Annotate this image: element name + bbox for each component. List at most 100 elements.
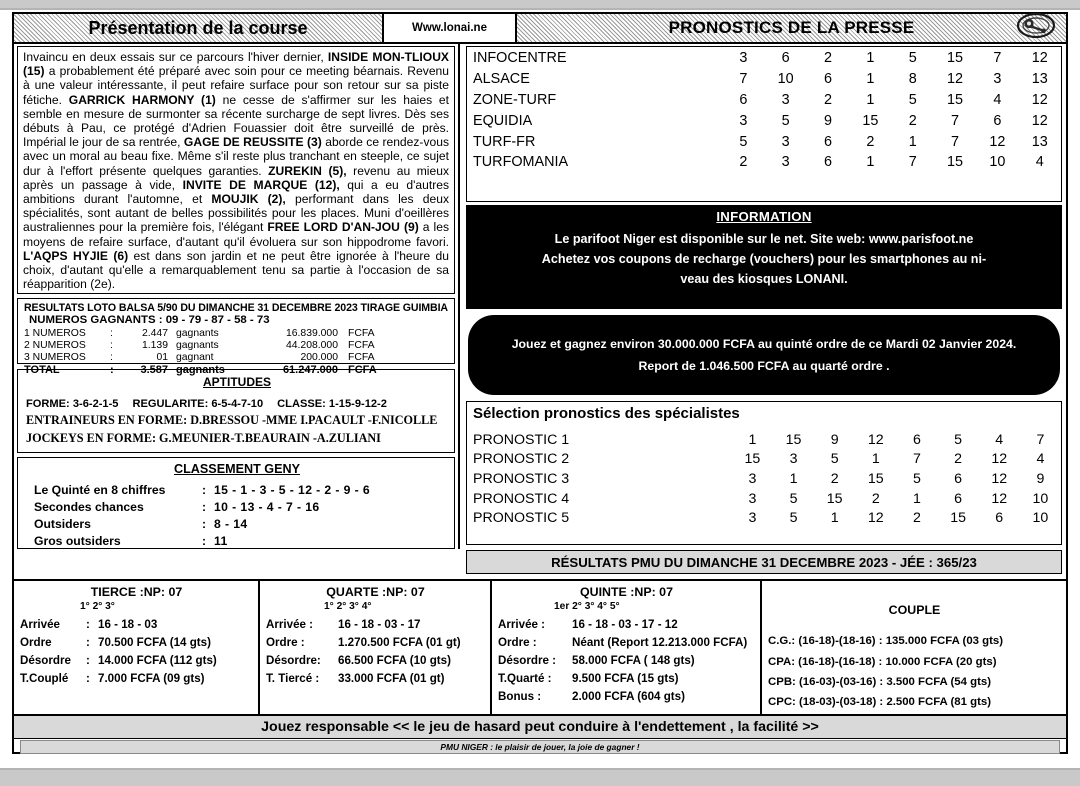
geny-row-label: Gros outsiders	[34, 533, 121, 548]
specialist-pick-number: 12	[991, 470, 1008, 487]
aptitudes-entraineurs: ENTRAINEURS EN FORME: D.BRESSOU -MME I.P…	[26, 413, 438, 427]
website-label: Www.lonai.ne	[412, 22, 487, 34]
geny-row-value: 8 - 14	[214, 516, 248, 531]
press-pick-number: 12	[1031, 112, 1048, 129]
bottom-edge-bar	[0, 768, 1080, 786]
specialist-pick-number: 3	[748, 510, 757, 527]
press-pick-number: 15	[947, 91, 964, 108]
press-pick-number: 2	[739, 154, 748, 171]
quinte-row-label: T.Quarté :	[498, 672, 552, 686]
quinte-row-value: 16 - 18 - 03 - 17 - 12	[572, 617, 678, 631]
press-pick-number: 1	[866, 71, 875, 88]
aptitudes-box: APTITUDES FORME: 3-6-2-1-5 REGULARITE: 6-…	[17, 369, 455, 453]
couple-results-cell: COUPLE C.G.: (16-18)-(18-16) : 135.000 F…	[762, 581, 1066, 714]
specialist-pick-number: 3	[748, 490, 757, 507]
specialist-pick-number: 4	[995, 431, 1004, 448]
information-line-1: Le parifoot Niger est disponible sur le …	[554, 232, 974, 246]
press-row: ALSACE 7 10 6 1 8 12 3 13	[467, 69, 1061, 90]
geny-row: Secondes chances:10 - 13 - 4 - 7 - 16	[26, 498, 448, 515]
couple-row-text: CPB: (16-03)-(03-16) : 3.500 FCFA (54 gt…	[768, 675, 992, 688]
press-pick-number: 9	[824, 112, 833, 129]
specialist-pick-number: 15	[867, 470, 884, 487]
tierce-row: Arrivée:16 - 18 - 03	[20, 615, 253, 633]
website-cell[interactable]: Www.lonai.ne	[384, 14, 517, 44]
left-column: Invaincu en deux essais sur ce parcours …	[14, 44, 460, 549]
couple-row-text: CPC: (18-03)-(03-18) : 2.500 FCFA (81 gt…	[768, 696, 992, 709]
geny-row-label: Secondes chances	[34, 499, 144, 514]
loto-row-word: gagnants	[176, 327, 219, 339]
couple-table: C.G.: (16-18)-(18-16) : 135.000 FCFA (03…	[768, 631, 1061, 713]
aptitudes-classe: CLASSE: 1-15-9-12-2	[277, 398, 387, 410]
specialist-row: PRONOSTIC 5 3 5 1 12 2 15 6 10	[467, 508, 1061, 528]
loto-row-colon: :	[110, 327, 113, 339]
tierce-row-value: 70.500 FCFA (14 gts)	[98, 635, 211, 649]
specialist-pick-number: 15	[744, 451, 761, 468]
press-pick-number: 3	[781, 91, 790, 108]
press-pick-number: 4	[1035, 154, 1044, 171]
press-pick-number: 13	[1031, 133, 1048, 150]
pmu-results-banner-label: RÉSULTATS PMU DU DIMANCHE 31 DECEMBRE 20…	[551, 554, 977, 570]
quinte-row: Ordre : Néant (Report 12.213.000 FCFA)	[498, 633, 755, 651]
specialist-pick-number: 15	[826, 490, 843, 507]
press-row: ZONE-TURF 6 3 2 1 5 15 4 12	[467, 90, 1061, 111]
quarte-row: Désordre: 66.500 FCFA (10 gts)	[266, 651, 485, 669]
specialist-pick-number: 15	[785, 431, 802, 448]
loto-row: 1 NUMEROS: 2.447 gagnants 16.839.000 FCFA	[24, 327, 450, 339]
press-pick-number: 2	[908, 112, 917, 129]
specialists-title: Sélection pronostics des spécialistes	[473, 405, 740, 422]
newspaper-page: Présentation de la course Www.lonai.ne P…	[0, 0, 1080, 786]
loto-row-amount: 44.208.000	[285, 339, 338, 351]
loto-row-colon: :	[110, 339, 113, 351]
press-pick-number: 6	[824, 71, 833, 88]
race-presentation-paragraph: Invaincu en deux essais sur ce parcours …	[23, 50, 450, 292]
tierce-row-value: 7.000 FCFA (09 gts)	[98, 672, 205, 686]
geny-row-colon: :	[202, 482, 207, 497]
tierce-row: Désordre:14.000 FCFA (112 gts)	[20, 651, 253, 669]
loto-winning-label: NUMEROS GAGNANTS	[29, 314, 156, 326]
aptitudes-jockeys: JOCKEYS EN FORME: G.MEUNIER-T.BEAURAIN -…	[26, 431, 381, 445]
specialist-pick-number: 5	[789, 490, 798, 507]
aptitudes-stats-line: FORME: 3-6-2-1-5 REGULARITE: 6-5-4-7-10 CL…	[26, 398, 448, 410]
loto-row: 2 NUMEROS: 1.139 gagnants 44.208.000 FCFA	[24, 339, 450, 351]
specialist-pick-number: 3	[789, 451, 798, 468]
information-line-3: veau des kiosques LONANI.	[680, 272, 848, 286]
tierce-row-value: 14.000 FCFA (112 gts)	[98, 653, 217, 667]
press-row: INFOCENTRE 3 6 2 1 5 15 7 12	[467, 48, 1061, 69]
pmu-results-banner: RÉSULTATS PMU DU DIMANCHE 31 DECEMBRE 20…	[466, 550, 1062, 574]
tierce-rows: Arrivée:16 - 18 - 03 Ordre:70.500 FCFA (1…	[20, 615, 253, 688]
specialist-pick-number: 9	[1036, 470, 1045, 487]
specialist-pick-number: 1	[748, 431, 757, 448]
press-pick-number: 3	[739, 50, 748, 67]
loto-row-word: gagnants	[176, 339, 219, 351]
quinte-row: T.Quarté : 9.500 FCFA (15 gts)	[498, 670, 755, 688]
tierce-positions: 1° 2° 3°	[80, 601, 115, 612]
aptitudes-regularite: REGULARITE: 6-5-4-7-10	[132, 398, 264, 410]
specialist-pick-number: 5	[954, 431, 963, 448]
quarte-results-cell: QUARTE :NP: 07 1° 2° 3° 4° Arrivée : 16 -…	[260, 581, 492, 714]
specialist-pick-number: 2	[830, 470, 839, 487]
tierce-row: T.Couplé:7.000 FCFA (09 gts)	[20, 670, 253, 688]
loto-row-currency: FCFA	[348, 327, 375, 339]
loto-row: 3 NUMEROS: 01 gagnant 200.000 FCFA	[24, 351, 450, 363]
quarte-row-value: 33.000 FCFA (01 gt)	[338, 672, 445, 686]
loto-winning-numbers: : 09 - 79 - 87 - 58 - 73	[158, 314, 270, 326]
press-pick-number: 3	[993, 71, 1002, 88]
pmu-tagline-text: PMU NIGER : le plaisir de jouer, la joie…	[440, 742, 640, 752]
quarte-row-label: T. Tiercé :	[266, 672, 320, 686]
geny-row-value: 15 - 1 - 3 - 5 - 12 - 2 - 9 - 6	[214, 482, 370, 497]
press-pick-number: 1	[908, 133, 917, 150]
specialist-row: PRONOSTIC 4 3 5 15 2 1 6 12 10	[467, 489, 1061, 509]
quinte-row: Désordre : 58.000 FCFA ( 148 gts)	[498, 651, 755, 669]
quarte-row: T. Tiercé : 33.000 FCFA (01 gt)	[266, 670, 485, 688]
quarte-row-label: Ordre :	[266, 635, 305, 649]
top-edge-bar	[0, 0, 1080, 10]
specialist-pick-number: 3	[748, 470, 757, 487]
specialist-row: PRONOSTIC 1 1 15 9 12 6 5 4 7	[467, 430, 1061, 450]
quinte-row-label: Arrivée :	[498, 617, 546, 631]
geny-row-label: Outsiders	[34, 516, 91, 531]
press-row: TURFOMANIA 2 3 6 1 7 15 10 4	[467, 152, 1061, 173]
couple-row: CPC: (18-03)-(03-18) : 2.500 FCFA (81 gt…	[768, 692, 1061, 712]
quarte-row-label: Désordre:	[266, 653, 321, 667]
tierce-row-label: T.Couplé	[20, 672, 69, 686]
press-pick-number: 6	[824, 154, 833, 171]
